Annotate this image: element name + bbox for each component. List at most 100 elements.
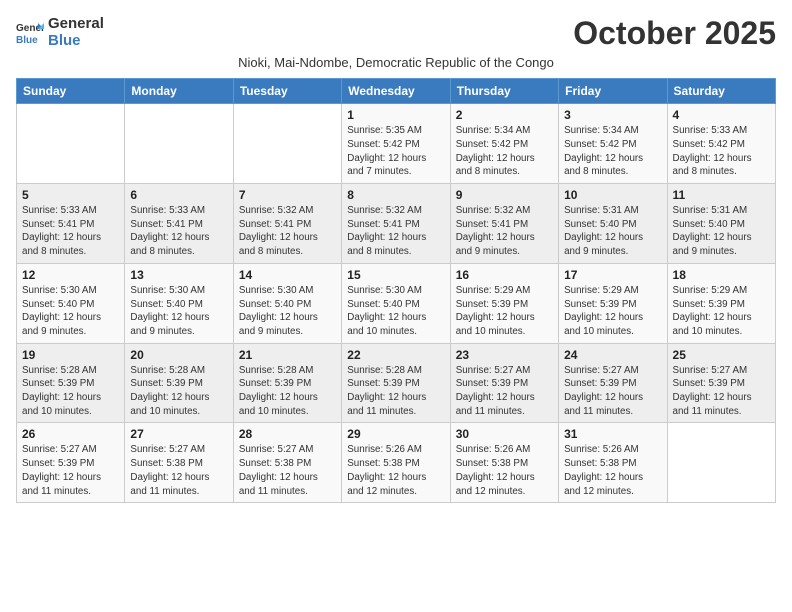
day-info: Sunrise: 5:27 AMSunset: 5:38 PMDaylight:…	[239, 443, 336, 498]
calendar-header: SundayMondayTuesdayWednesdayThursdayFrid…	[17, 79, 776, 104]
day-info: Sunrise: 5:30 AMSunset: 5:40 PMDaylight:…	[22, 284, 119, 339]
day-number: 16	[456, 268, 553, 282]
calendar-cell: 13 Sunrise: 5:30 AMSunset: 5:40 PMDayligh…	[125, 263, 233, 343]
calendar-cell: 9Sunrise: 5:32 AMSunset: 5:41 PMDaylight…	[450, 184, 558, 264]
header-day: Friday	[559, 79, 667, 104]
calendar-cell: 17Sunrise: 5:29 AMSunset: 5:39 PMDayligh…	[559, 263, 667, 343]
calendar-cell: 8 Sunrise: 5:32 AMSunset: 5:41 PMDaylight…	[342, 184, 450, 264]
header-day: Monday	[125, 79, 233, 104]
header-day: Tuesday	[233, 79, 341, 104]
calendar-cell: 4 Sunrise: 5:33 AMSunset: 5:42 PMDaylight…	[667, 104, 775, 184]
day-number: 26	[22, 427, 119, 441]
header: General Blue General Blue October 2025	[16, 16, 776, 51]
day-info: Sunrise: 5:34 AMSunset: 5:42 PMDaylight:…	[456, 124, 553, 179]
calendar-cell	[125, 104, 233, 184]
day-info: Sunrise: 5:27 AMSunset: 5:39 PMDaylight:…	[456, 364, 553, 419]
month-title: October 2025	[573, 16, 776, 51]
day-number: 19	[22, 348, 119, 362]
calendar-cell: 3Sunrise: 5:34 AMSunset: 5:42 PMDaylight…	[559, 104, 667, 184]
day-number: 21	[239, 348, 336, 362]
day-info: Sunrise: 5:26 AMSunset: 5:38 PMDaylight:…	[347, 443, 444, 498]
calendar-cell: 11Sunrise: 5:31 AMSunset: 5:40 PMDayligh…	[667, 184, 775, 264]
header-day: Thursday	[450, 79, 558, 104]
calendar-cell: 22Sunrise: 5:28 AMSunset: 5:39 PMDayligh…	[342, 343, 450, 423]
day-number: 13	[130, 268, 227, 282]
day-info: Sunrise: 5:28 AMSunset: 5:39 PMDaylight:…	[239, 364, 336, 419]
calendar-cell: 16 Sunrise: 5:29 AMSunset: 5:39 PMDayligh…	[450, 263, 558, 343]
day-info: Sunrise: 5:28 AMSunset: 5:39 PMDaylight:…	[130, 364, 227, 419]
calendar-cell: 10 Sunrise: 5:31 AMSunset: 5:40 PMDayligh…	[559, 184, 667, 264]
day-info: Sunrise: 5:27 AMSunset: 5:39 PMDaylight:…	[673, 364, 770, 419]
subtitle: Nioki, Mai-Ndombe, Democratic Republic o…	[16, 55, 776, 70]
calendar-cell: 29Sunrise: 5:26 AMSunset: 5:38 PMDayligh…	[342, 423, 450, 503]
svg-text:Blue: Blue	[16, 35, 38, 46]
day-info: Sunrise: 5:30 AMSunset: 5:40 PMDaylight:…	[130, 284, 227, 339]
day-number: 4	[673, 108, 770, 122]
logo: General Blue General Blue	[16, 16, 104, 49]
day-number: 8	[347, 188, 444, 202]
day-info: Sunrise: 5:29 AMSunset: 5:39 PMDaylight:…	[456, 284, 553, 339]
calendar-cell: 2 Sunrise: 5:34 AMSunset: 5:42 PMDaylight…	[450, 104, 558, 184]
day-number: 27	[130, 427, 227, 441]
calendar-cell: 28 Sunrise: 5:27 AMSunset: 5:38 PMDayligh…	[233, 423, 341, 503]
calendar-cell: 30 Sunrise: 5:26 AMSunset: 5:38 PMDayligh…	[450, 423, 558, 503]
calendar-cell: 24 Sunrise: 5:27 AMSunset: 5:39 PMDayligh…	[559, 343, 667, 423]
day-number: 6	[130, 188, 227, 202]
calendar-week: 5 Sunrise: 5:33 AMSunset: 5:41 PMDaylight…	[17, 184, 776, 264]
day-info: Sunrise: 5:27 AMSunset: 5:39 PMDaylight:…	[22, 443, 119, 498]
day-info: Sunrise: 5:29 AMSunset: 5:39 PMDaylight:…	[673, 284, 770, 339]
day-number: 1	[347, 108, 444, 122]
day-number: 5	[22, 188, 119, 202]
day-number: 2	[456, 108, 553, 122]
day-number: 30	[456, 427, 553, 441]
day-number: 31	[564, 427, 661, 441]
calendar-cell: 15 Sunrise: 5:30 AMSunset: 5:40 PMDayligh…	[342, 263, 450, 343]
day-number: 12	[22, 268, 119, 282]
day-number: 7	[239, 188, 336, 202]
day-number: 14	[239, 268, 336, 282]
day-info: Sunrise: 5:26 AMSunset: 5:38 PMDaylight:…	[456, 443, 553, 498]
calendar-cell: 25 Sunrise: 5:27 AMSunset: 5:39 PMDayligh…	[667, 343, 775, 423]
calendar-body: 1Sunrise: 5:35 AMSunset: 5:42 PMDaylight…	[17, 104, 776, 503]
calendar-cell: 27Sunrise: 5:27 AMSunset: 5:38 PMDayligh…	[125, 423, 233, 503]
day-number: 25	[673, 348, 770, 362]
day-info: Sunrise: 5:31 AMSunset: 5:40 PMDaylight:…	[564, 204, 661, 259]
logo-general: General	[48, 16, 104, 33]
header-day: Sunday	[17, 79, 125, 104]
calendar-cell	[17, 104, 125, 184]
day-info: Sunrise: 5:29 AMSunset: 5:39 PMDaylight:…	[564, 284, 661, 339]
day-info: Sunrise: 5:33 AMSunset: 5:41 PMDaylight:…	[22, 204, 119, 259]
calendar-week: 12 Sunrise: 5:30 AMSunset: 5:40 PMDayligh…	[17, 263, 776, 343]
calendar-cell: 21 Sunrise: 5:28 AMSunset: 5:39 PMDayligh…	[233, 343, 341, 423]
day-number: 10	[564, 188, 661, 202]
day-info: Sunrise: 5:33 AMSunset: 5:41 PMDaylight:…	[130, 204, 227, 259]
calendar-cell: 18Sunrise: 5:29 AMSunset: 5:39 PMDayligh…	[667, 263, 775, 343]
day-number: 28	[239, 427, 336, 441]
header-day: Wednesday	[342, 79, 450, 104]
day-number: 9	[456, 188, 553, 202]
day-number: 3	[564, 108, 661, 122]
calendar-cell	[667, 423, 775, 503]
day-info: Sunrise: 5:30 AMSunset: 5:40 PMDaylight:…	[347, 284, 444, 339]
calendar-cell: 7 Sunrise: 5:32 AMSunset: 5:41 PMDaylight…	[233, 184, 341, 264]
calendar-cell: 5 Sunrise: 5:33 AMSunset: 5:41 PMDaylight…	[17, 184, 125, 264]
header-day: Saturday	[667, 79, 775, 104]
logo-icon: General Blue	[16, 19, 44, 47]
day-number: 24	[564, 348, 661, 362]
day-number: 15	[347, 268, 444, 282]
calendar-cell: 12 Sunrise: 5:30 AMSunset: 5:40 PMDayligh…	[17, 263, 125, 343]
day-number: 20	[130, 348, 227, 362]
day-info: Sunrise: 5:33 AMSunset: 5:42 PMDaylight:…	[673, 124, 770, 179]
day-info: Sunrise: 5:26 AMSunset: 5:38 PMDaylight:…	[564, 443, 661, 498]
day-info: Sunrise: 5:28 AMSunset: 5:39 PMDaylight:…	[347, 364, 444, 419]
calendar-cell	[233, 104, 341, 184]
calendar-cell: 31 Sunrise: 5:26 AMSunset: 5:38 PMDayligh…	[559, 423, 667, 503]
title-area: October 2025	[573, 16, 776, 51]
day-info: Sunrise: 5:32 AMSunset: 5:41 PMDaylight:…	[347, 204, 444, 259]
day-info: Sunrise: 5:32 AMSunset: 5:41 PMDaylight:…	[239, 204, 336, 259]
calendar-week: 19 Sunrise: 5:28 AMSunset: 5:39 PMDayligh…	[17, 343, 776, 423]
calendar-cell: 19 Sunrise: 5:28 AMSunset: 5:39 PMDayligh…	[17, 343, 125, 423]
day-info: Sunrise: 5:27 AMSunset: 5:39 PMDaylight:…	[564, 364, 661, 419]
day-number: 11	[673, 188, 770, 202]
day-info: Sunrise: 5:28 AMSunset: 5:39 PMDaylight:…	[22, 364, 119, 419]
